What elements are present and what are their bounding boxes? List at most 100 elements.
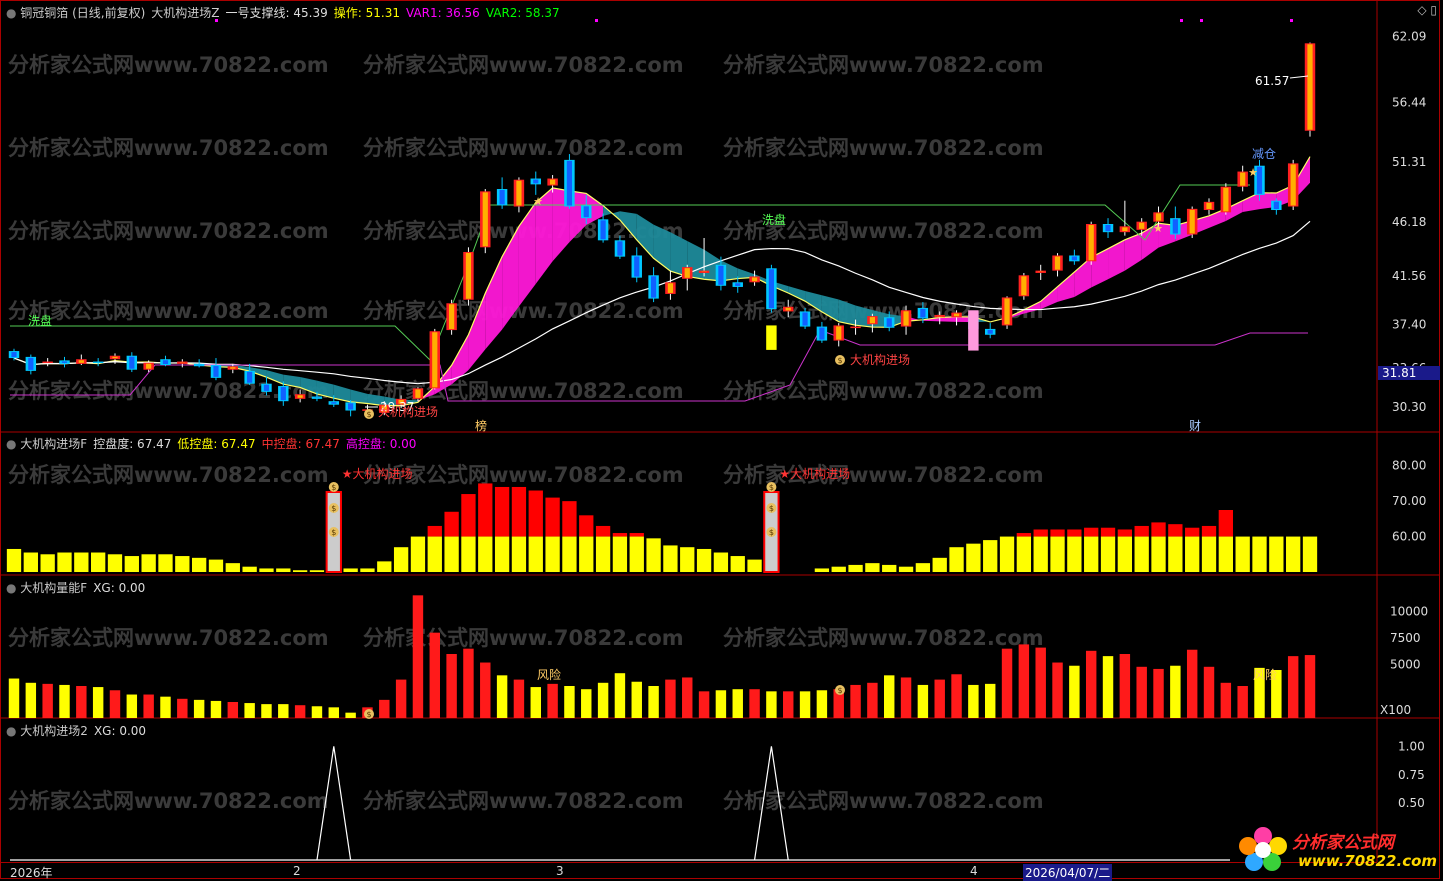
candle-core: [1223, 188, 1228, 212]
candle: [1002, 296, 1012, 329]
control-panel-title: ● 大机构进场F控盘度: 67.47低控盘: 67.47中控盘: 67.47高控…: [6, 435, 422, 452]
top-signal-dot: [1180, 19, 1183, 22]
site-logo: 分析家公式网 www.70822.com: [1232, 822, 1437, 874]
candle: [1035, 265, 1045, 280]
control-bar-mid: [630, 533, 644, 537]
candle-core: [348, 403, 353, 409]
control-bar-low: [226, 563, 240, 572]
watermark-text: 分析家公式网www.70822.com: [363, 789, 684, 813]
candle-core: [802, 312, 807, 325]
control-bar-low: [242, 567, 256, 572]
trend-ribbon: [1243, 193, 1260, 212]
candle-core: [617, 241, 622, 255]
chart-window[interactable]: 分析家公式网www.70822.com 分析家公式网www.70822.com 分析…: [0, 0, 1443, 880]
watermark-text: 分析家公式网www.70822.com: [363, 53, 684, 77]
title-field: 铜冠铜箔 (日线,前复权): [20, 6, 145, 20]
control-bar-low: [57, 553, 71, 572]
control-bar-low: [1185, 537, 1199, 572]
control-bar-low: [377, 561, 391, 572]
candle-core: [432, 332, 437, 387]
volume-bar: [278, 704, 288, 718]
control-bar-low: [529, 537, 543, 572]
control-bar-low: [848, 565, 862, 572]
control-bar-low: [1118, 537, 1132, 572]
candle-core: [988, 330, 993, 334]
control-axis-label: 60.00: [1392, 530, 1426, 544]
candle: [1103, 218, 1113, 238]
control-bar-low: [1303, 537, 1317, 572]
control-bar-low: [125, 556, 139, 572]
candle-core: [466, 253, 471, 299]
candle-core: [62, 361, 67, 362]
candle-core: [1206, 203, 1211, 209]
diamond-icon[interactable]: ◇: [1417, 3, 1426, 17]
candle: [1069, 250, 1079, 265]
wash-label: 洗盘: [28, 313, 52, 328]
volume-bar: [985, 684, 995, 718]
volume-bar: [1136, 667, 1146, 718]
money-bag-icon: $: [364, 709, 374, 719]
control-bar-mid: [562, 501, 576, 536]
control-bar-mid: [1050, 529, 1064, 536]
entry-label: ★大机构进场: [779, 466, 850, 481]
window-controls[interactable]: ◇ ▯: [1417, 3, 1437, 17]
candle-core: [887, 318, 892, 326]
price-axis-label: 51.31: [1392, 155, 1426, 169]
candle-core: [247, 372, 252, 383]
watermark-text: 分析家公式网www.70822.com: [363, 299, 684, 323]
money-bag-icon: $: [835, 355, 845, 365]
control-bar-mid: [478, 483, 492, 536]
volume-bar: [817, 690, 827, 718]
control-bar-low: [310, 570, 324, 572]
volume-axis-label: 10000: [1390, 604, 1428, 618]
bag-symbol: $: [331, 528, 336, 537]
candle-body: [850, 327, 860, 329]
candle-core: [1190, 210, 1195, 234]
candle: [531, 172, 541, 195]
entry-label: 大机构进场: [850, 352, 910, 367]
control-bar-low: [562, 537, 576, 572]
candle: [1187, 207, 1197, 238]
candle-core: [1004, 298, 1009, 324]
volume-bar: [1120, 654, 1130, 718]
bag-symbol: $: [769, 528, 774, 537]
volume-bar: [598, 683, 608, 718]
title-field: 大机构进场Z: [151, 6, 219, 20]
candle: [514, 177, 524, 212]
control-bar-low: [1135, 537, 1149, 572]
price-axis-label: 41.56: [1392, 269, 1426, 283]
window-icon[interactable]: ▯: [1430, 3, 1437, 17]
volume-bar: [783, 691, 793, 718]
volume-bar: [665, 680, 675, 718]
logo-text: 分析家公式网: [1292, 828, 1394, 853]
control-bar-low: [545, 537, 559, 572]
bag-symbol: $: [837, 356, 842, 365]
volume-bar: [934, 680, 944, 718]
money-bag-icon: $: [766, 482, 776, 492]
volume-bar: [800, 691, 810, 718]
control-bar-mid: [1017, 533, 1031, 537]
volume-bar: [497, 675, 507, 718]
candle: [1288, 160, 1298, 210]
candle: [59, 357, 69, 367]
candle-core: [769, 269, 774, 308]
signal-axis-label: 0.75: [1398, 768, 1425, 782]
control-bar-low: [663, 545, 677, 572]
candle-core: [786, 308, 791, 311]
candle: [1204, 198, 1214, 214]
volume-bar: [1153, 669, 1163, 718]
candle-core: [1173, 219, 1178, 233]
candle-core: [1240, 173, 1245, 186]
watermark-text: 分析家公式网www.70822.com: [8, 789, 329, 813]
candle-core: [1021, 276, 1026, 295]
top-signal-dot: [595, 19, 598, 22]
high-price-label: 61.57: [1255, 74, 1289, 88]
candle-core: [752, 277, 757, 281]
control-bar-mid: [1185, 528, 1199, 537]
candle-core: [903, 311, 908, 325]
control-bar-low: [865, 563, 879, 572]
title-field: XG: 0.00: [93, 581, 145, 595]
control-bar-mid: [512, 487, 526, 537]
candle-core: [634, 256, 639, 276]
candle: [430, 329, 440, 390]
